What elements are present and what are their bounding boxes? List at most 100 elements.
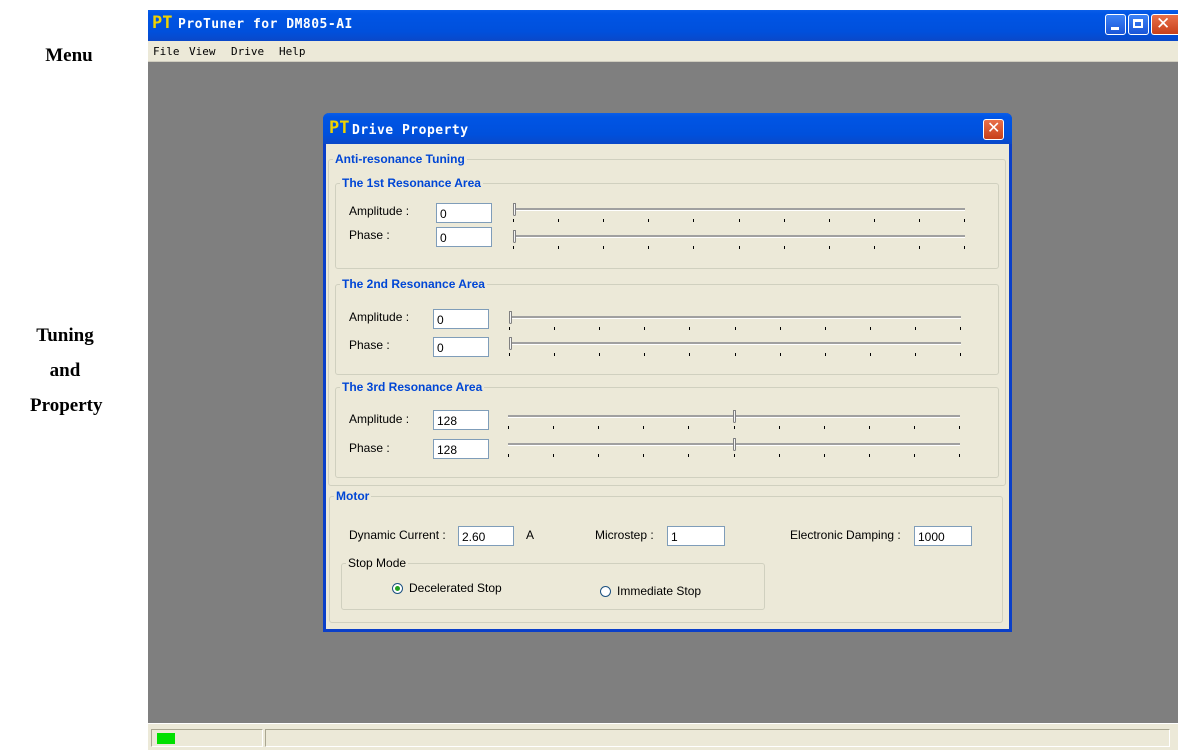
resonance-area-1: The 1st Resonance Area Amplitude : 0 Pha… — [335, 176, 999, 269]
slider-tick — [689, 353, 690, 356]
anti-resonance-title: Anti-resonance Tuning — [333, 152, 467, 166]
resonance-area-2: The 2nd Resonance Area Amplitude : 0 Pha… — [335, 277, 999, 375]
slider-tick — [553, 426, 554, 429]
area-1-phase-label: Phase : — [349, 228, 390, 242]
motor-title: Motor — [334, 489, 372, 503]
area-3-amplitude-label: Amplitude : — [349, 412, 410, 426]
area-1-phase-slider[interactable] — [513, 230, 965, 253]
slider-tick — [603, 246, 604, 249]
app-title: ProTuner for DM805-AI — [178, 17, 353, 32]
slider-tick — [554, 327, 555, 330]
menu-drive[interactable]: Drive — [231, 45, 264, 58]
resonance-area-2-title: The 2nd Resonance Area — [340, 277, 487, 291]
slider-tick — [869, 454, 870, 457]
slider-tick — [914, 454, 915, 457]
area-1-amplitude-input[interactable]: 0 — [436, 203, 492, 223]
area-2-phase-label: Phase : — [349, 338, 390, 352]
dynamic-current-input[interactable]: 2.60 — [458, 526, 514, 546]
annotation-tuning-line3: Property — [30, 395, 103, 416]
area-1-amplitude-slider[interactable] — [513, 203, 965, 226]
area-1-amplitude-label: Amplitude : — [349, 204, 410, 218]
minimize-button[interactable] — [1105, 14, 1126, 35]
decelerated-stop-label[interactable]: Decelerated Stop — [409, 581, 502, 595]
slider-track — [513, 235, 965, 238]
slider-tick — [598, 454, 599, 457]
slider-tick — [643, 426, 644, 429]
slider-tick — [739, 219, 740, 222]
slider-tick — [915, 327, 916, 330]
slider-tick — [648, 219, 649, 222]
slider-track — [509, 342, 961, 345]
status-pane-message — [265, 729, 1170, 747]
stop-mode-group: Stop Mode Decelerated Stop Immediate Sto… — [341, 556, 765, 610]
area-3-phase-input[interactable]: 128 — [433, 439, 489, 459]
electronic-damping-input[interactable]: 1000 — [914, 526, 972, 546]
slider-tick — [874, 219, 875, 222]
slider-tick — [829, 246, 830, 249]
slider-tick — [509, 353, 510, 356]
area-1-phase-input[interactable]: 0 — [436, 227, 492, 247]
slider-tick — [739, 246, 740, 249]
dialog-titlebar[interactable]: PT Drive Property ✕ — [323, 113, 1012, 144]
area-3-phase-slider[interactable] — [508, 438, 960, 461]
area-2-amplitude-slider[interactable] — [509, 311, 961, 334]
close-button[interactable]: ✕ — [1151, 14, 1178, 35]
area-3-amplitude-slider[interactable] — [508, 410, 960, 433]
dynamic-current-label: Dynamic Current : — [349, 528, 446, 542]
dynamic-current-unit: A — [526, 528, 535, 542]
slider-thumb[interactable] — [733, 410, 736, 423]
slider-thumb[interactable] — [509, 337, 512, 350]
slider-thumb[interactable] — [513, 203, 516, 216]
electronic-damping-label: Electronic Damping : — [790, 528, 901, 542]
stop-mode-title: Stop Mode — [346, 556, 409, 570]
slider-tick — [870, 327, 871, 330]
slider-tick — [508, 454, 509, 457]
resonance-area-3: The 3rd Resonance Area Amplitude : 128 P… — [335, 380, 999, 478]
slider-tick — [689, 327, 690, 330]
motor-group: Motor Dynamic Current : 2.60 A Microstep… — [329, 489, 1003, 623]
slider-tick — [734, 454, 735, 457]
area-2-amplitude-input[interactable]: 0 — [433, 309, 489, 329]
microstep-input[interactable]: 1 — [667, 526, 725, 546]
slider-tick — [735, 353, 736, 356]
slider-tick — [688, 426, 689, 429]
slider-tick — [603, 219, 604, 222]
slider-tick — [964, 219, 965, 222]
resonance-area-3-title: The 3rd Resonance Area — [340, 380, 485, 394]
slider-tick — [869, 426, 870, 429]
slider-tick — [960, 353, 961, 356]
dialog-logo-icon: PT — [329, 118, 350, 138]
slider-tick — [558, 219, 559, 222]
slider-thumb[interactable] — [509, 311, 512, 324]
slider-tick — [915, 353, 916, 356]
dialog-close-button[interactable]: ✕ — [983, 118, 1004, 140]
slider-tick — [914, 426, 915, 429]
decelerated-stop-radio[interactable] — [392, 583, 403, 594]
slider-tick — [688, 454, 689, 457]
slider-tick — [598, 426, 599, 429]
menu-file[interactable]: File — [153, 45, 180, 58]
immediate-stop-label[interactable]: Immediate Stop — [617, 584, 701, 598]
slider-tick — [735, 327, 736, 330]
slider-tick — [554, 353, 555, 356]
area-2-phase-slider[interactable] — [509, 337, 961, 360]
maximize-button[interactable] — [1128, 14, 1149, 35]
slider-tick — [693, 246, 694, 249]
slider-tick — [599, 327, 600, 330]
slider-tick — [643, 454, 644, 457]
app-titlebar[interactable]: PT ProTuner for DM805-AI ✕ — [148, 10, 1178, 41]
slider-thumb[interactable] — [513, 230, 516, 243]
area-3-amplitude-input[interactable]: 128 — [433, 410, 489, 430]
annotation-tuning-line1: Tuning — [36, 325, 94, 346]
connection-status-led — [157, 733, 175, 744]
menubar: File View Drive Help — [148, 41, 1178, 62]
app-logo-icon: PT — [152, 13, 173, 33]
slider-tick — [784, 246, 785, 249]
immediate-stop-radio[interactable] — [600, 586, 611, 597]
area-2-phase-input[interactable]: 0 — [433, 337, 489, 357]
menu-view[interactable]: View — [189, 45, 216, 58]
close-icon: ✕ — [1156, 14, 1171, 34]
slider-tick — [964, 246, 965, 249]
menu-help[interactable]: Help — [279, 45, 306, 58]
slider-thumb[interactable] — [733, 438, 736, 451]
